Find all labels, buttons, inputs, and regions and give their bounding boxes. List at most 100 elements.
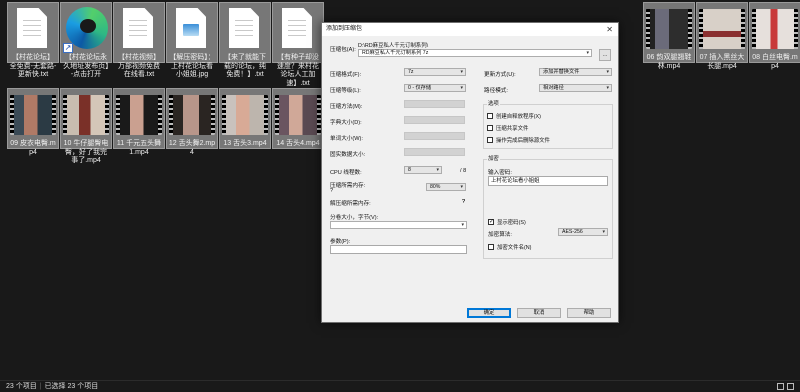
mem-compress-select[interactable]: 80% ▾ [426,183,466,191]
update-select[interactable]: 添加并替换文件 ▾ [539,68,612,76]
solid-select [404,148,465,156]
password-label: 输入密码: [488,170,512,176]
file-name: 【村花视频】万部视频免费在线看.txt [118,54,160,78]
file-item[interactable]: 14 舌头4.mp4 [272,88,324,149]
video-thumbnail [221,91,269,139]
path-mode-label: 路径模式: [484,88,508,94]
file-name: 14 舌头4.mp4 [276,140,320,147]
file-item[interactable]: 07 插入黑丝大长腿.mp4 [696,2,748,70]
video-thumbnail [62,91,110,139]
dict-select [404,116,465,124]
encrypt-names-checkbox[interactable]: 加密文件名(N) [488,243,531,251]
method-label: 压缩方法(M): [330,104,363,110]
file-name: 11 千元五头舞1.mp4 [116,140,162,156]
selection-count: 已选择 23 个项目 [44,383,99,390]
video-thumbnail [274,91,322,139]
cpu-label: CPU 线程数: [330,170,362,176]
shortcut-arrow-icon: ↗ [63,43,73,53]
format-select[interactable]: 7z ▾ [404,68,466,76]
add-to-archive-dialog: 添加到压缩包 ✕ 压缩包(A): D:\RD麻豆私人千元订制系列\ RD麻豆私人… [321,22,619,323]
file-name: 08 白丝电臀.mp4 [752,54,798,70]
file-item[interactable]: ↗ 【村花论坛永久地址发布页】-点击打开 [60,2,112,78]
file-item[interactable]: 12 舌头舞2.mp4 [166,88,218,156]
file-name: 【村花论坛永久地址发布页】-点击打开 [63,54,109,78]
params-input[interactable] [330,245,467,254]
file-name: 09 皮衣电臀.mp4 [10,140,56,156]
video-thumbnail [168,91,216,139]
file-name: 【来了就能下载的论坛，纯免费！】.txt [224,54,266,78]
video-thumbnail [751,5,799,53]
shared-files-checkbox[interactable]: 压缩共享文件 [487,124,528,132]
cpu-select[interactable]: 8 ▾ [404,166,442,174]
edge-browser-icon: ↗ [62,5,110,53]
dialog-titlebar: 添加到压缩包 ✕ [322,23,618,36]
word-select [404,132,465,140]
file-item[interactable]: 【解压密码】：上村花论坛看小姐姐.jpg [166,2,218,78]
update-label: 更新方式(U): [484,72,516,78]
archive-name-combo[interactable]: RD麻豆私人千元订制系列 7z ▾ [358,49,592,57]
file-item[interactable]: 【村花视频】万部视频免费在线看.txt [113,2,165,78]
file-item[interactable]: 【来了就能下载的论坛，纯免费！】.txt [219,2,271,78]
file-name: 12 舌头舞2.mp4 [168,140,216,156]
file-item[interactable]: 10 牛仔腿臀电臀，好了我完事了.mp4 [60,88,112,164]
file-item[interactable]: 09 皮衣电臀.mp4 [7,88,59,156]
options-group-title: 选项 [487,101,500,108]
solid-label: 固实数据大小: [330,152,366,158]
mem-compress-sub: ? [330,188,334,194]
mem-decompress-value: ? [462,199,466,205]
dialog-title: 添加到压缩包 [326,26,363,32]
enc-method-label: 加密算法: [488,232,512,238]
format-label: 压缩格式(F): [330,72,362,78]
split-select[interactable]: ▾ [330,221,467,229]
video-thumbnail [698,5,746,53]
file-name: 07 插入黑丝大长腿.mp4 [699,54,745,70]
file-item[interactable]: 【村花论坛】全免费-无套路-更新快.txt [7,2,59,78]
show-password-checkbox[interactable]: ✓ 显示密码(S) [488,218,526,226]
dict-label: 字典大小(D): [330,120,362,126]
params-label: 参数(P): [330,239,351,245]
large-icons-view-icon[interactable] [787,383,794,390]
text-file-icon [221,5,269,53]
archive-path: D:\RD麻豆私人千元订制系列\ [358,43,429,49]
status-bar: 23 个项目 | 已选择 23 个项目 [0,380,800,392]
mem-decompress-label: 解压缩所需内存: [330,201,371,207]
video-thumbnail [9,91,57,139]
delete-after-checkbox[interactable]: 操作完成后删除源文件 [487,136,550,144]
video-thumbnail [115,91,163,139]
enc-method-select[interactable]: AES-256 ▾ [558,228,608,236]
video-thumbnail [645,5,693,53]
help-button[interactable]: 帮助 [567,308,611,318]
file-name: 【村花论坛】全免费-无套路-更新快.txt [9,54,57,78]
file-item[interactable]: 11 千元五头舞1.mp4 [113,88,165,156]
file-name: 【解压密码】：上村花论坛看小姐姐.jpg [169,54,215,78]
mem-compress-label: 压缩所需内存: [330,183,366,189]
ok-button[interactable]: 确定 [467,308,511,318]
path-mode-select[interactable]: 相对路径 ▾ [539,84,612,92]
browse-button[interactable]: ... [599,49,611,61]
image-file-icon [168,5,216,53]
text-file-icon [9,5,57,53]
level-label: 压缩等级(L): [330,88,361,94]
level-select[interactable]: 0 - 仅存储 ▾ [404,84,466,92]
file-name: 06 韵双腿翘鞋林.mp4 [646,54,692,70]
file-name: 【有种子却没速度？来村花论坛人工加速】.txt [277,54,319,87]
file-name: 13 舌头3.mp4 [223,140,267,147]
sfx-checkbox[interactable]: 创建自释放程序(X) [487,112,541,120]
file-item[interactable]: 06 韵双腿翘鞋林.mp4 [643,2,695,70]
cancel-button[interactable]: 取消 [517,308,561,318]
file-item[interactable]: 13 舌头3.mp4 [219,88,271,149]
text-file-icon [274,5,322,53]
details-view-icon[interactable] [777,383,784,390]
password-input[interactable]: 上村花论坛看小姐姐 [488,176,608,186]
archive-label: 压缩包(A): [330,47,356,53]
method-select [404,100,465,108]
text-file-icon [115,5,163,53]
file-item[interactable]: 08 白丝电臀.mp4 [749,2,800,70]
file-item[interactable]: 【有种子却没速度？来村花论坛人工加速】.txt [272,2,324,87]
close-icon[interactable]: ✕ [606,23,613,36]
item-count: 23 个项目 [6,383,37,390]
cpu-total: / 8 [460,168,467,174]
word-label: 单词大小(W): [330,136,363,142]
split-label: 分卷大小，字节(V): [330,215,379,221]
encryption-group-title: 加密 [487,156,500,163]
